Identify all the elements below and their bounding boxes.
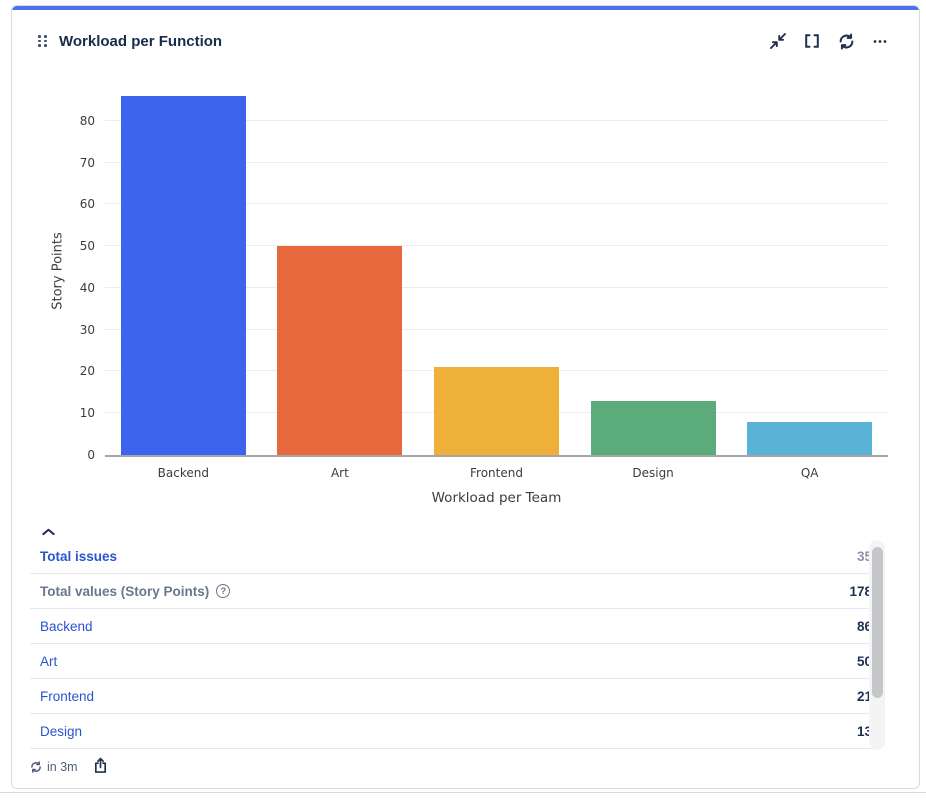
gadget-header: Workload per Function [38, 32, 889, 50]
x-axis-title: Workload per Team [105, 490, 888, 506]
row-label[interactable]: Frontend [40, 689, 94, 704]
y-tick-label: 0 [87, 448, 95, 462]
bar-column [575, 79, 732, 455]
y-tick-label: 20 [80, 364, 95, 378]
y-tick-label: 30 [80, 323, 95, 337]
x-axis-labels: BackendArtFrontendDesignQA [105, 466, 888, 480]
x-tick-label: Frontend [418, 466, 575, 480]
fullscreen-icon [804, 33, 820, 49]
table-row: Total values (Story Points)?178 [30, 574, 874, 609]
chart-plot-area: 01020304050607080 [105, 79, 888, 457]
summary-table: Total issues35Total values (Story Points… [30, 539, 874, 752]
refresh-countdown-icon[interactable] [30, 761, 42, 773]
row-label: Total values (Story Points) [40, 584, 209, 599]
x-tick-label: Art [262, 466, 419, 480]
minimize-icon [770, 33, 786, 49]
card-accent-bar [12, 6, 919, 10]
minimize-button[interactable] [769, 32, 787, 50]
y-tick-label: 40 [80, 281, 95, 295]
refresh-icon [838, 33, 855, 50]
bars-container [105, 79, 888, 455]
page-divider [0, 792, 926, 793]
table-row: Design13 [30, 714, 874, 749]
bar-chart: Story Points 01020304050607080 BackendAr… [12, 74, 919, 514]
drag-handle-icon[interactable] [38, 35, 47, 47]
bar-column [262, 79, 419, 455]
row-label[interactable]: Art [40, 654, 57, 669]
row-label[interactable]: Design [40, 724, 82, 739]
bar-art[interactable] [277, 246, 402, 455]
y-tick-label: 80 [80, 114, 95, 128]
bar-column [418, 79, 575, 455]
gadget-footer: in 3m [30, 754, 108, 780]
y-tick-label: 50 [80, 239, 95, 253]
x-tick-label: QA [731, 466, 888, 480]
refresh-button[interactable] [837, 32, 855, 50]
more-options-button[interactable] [871, 32, 889, 50]
y-tick-label: 60 [80, 197, 95, 211]
dashboard-gadget-card: Workload per Function [11, 5, 920, 789]
x-tick-label: Design [575, 466, 732, 480]
x-tick-label: Backend [105, 466, 262, 480]
share-icon [93, 757, 108, 777]
table-row: Total issues35 [30, 539, 874, 574]
bar-frontend[interactable] [434, 367, 559, 455]
y-tick-label: 10 [80, 406, 95, 420]
fullscreen-button[interactable] [803, 32, 821, 50]
share-button[interactable] [93, 757, 108, 777]
row-label[interactable]: Backend [40, 619, 93, 634]
more-options-icon [872, 33, 888, 49]
gadget-toolbar [769, 32, 889, 50]
table-row: Frontend21 [30, 679, 874, 714]
table-row: Backend86 [30, 609, 874, 644]
scrollbar-thumb[interactable] [872, 547, 883, 698]
bar-column [105, 79, 262, 455]
y-axis-title: Story Points [51, 232, 66, 310]
row-label[interactable]: Total issues [40, 549, 117, 564]
y-tick-label: 70 [80, 156, 95, 170]
bar-design[interactable] [591, 401, 716, 455]
bar-column [731, 79, 888, 455]
help-icon[interactable]: ? [216, 584, 230, 598]
refresh-countdown-text: in 3m [47, 760, 78, 774]
bar-qa[interactable] [747, 422, 872, 455]
chevron-up-icon [42, 524, 55, 539]
gadget-title: Workload per Function [59, 33, 222, 50]
table-row: Art50 [30, 644, 874, 679]
bar-backend[interactable] [121, 96, 246, 455]
